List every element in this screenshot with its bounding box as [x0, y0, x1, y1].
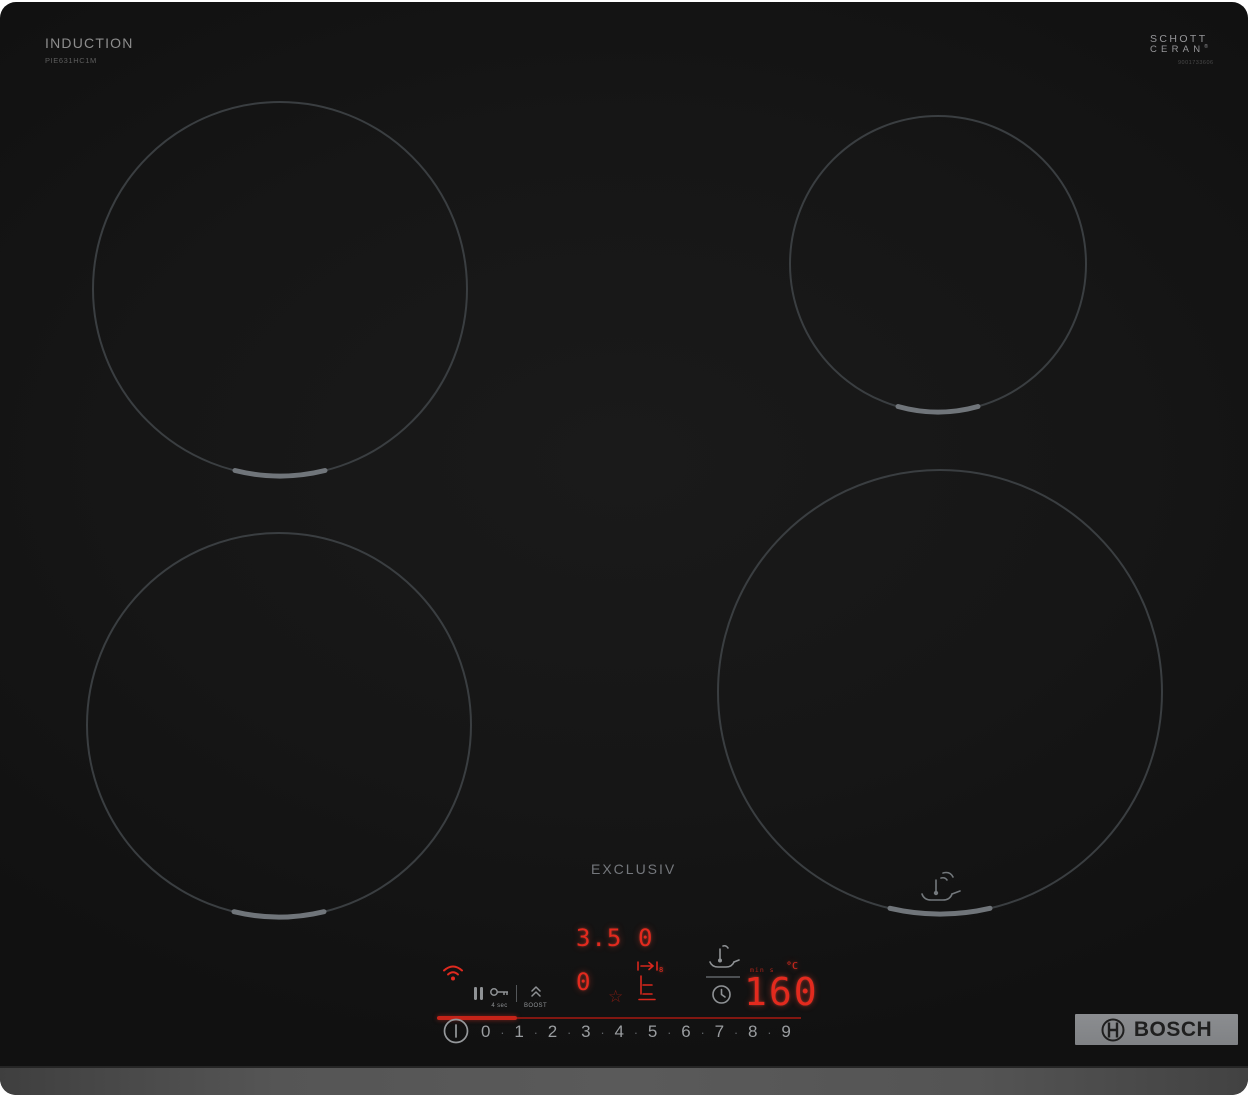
- series-label: EXCLUSIV: [591, 861, 677, 877]
- zone-front-left-marker: [231, 909, 327, 920]
- ceran-line: CERAN®: [1150, 44, 1208, 56]
- cooking-zone-back-right-ring: [789, 115, 1087, 413]
- key-icon: [490, 988, 508, 996]
- zone-display-back-right[interactable]: 0: [638, 926, 652, 950]
- scale-separator: ·: [767, 1024, 772, 1040]
- power-level-0[interactable]: 0: [481, 1022, 490, 1042]
- transfer-small-digit: 8: [659, 966, 664, 974]
- front-glass-edge: [0, 1066, 1248, 1095]
- induction-label: INDUCTION: [45, 35, 134, 51]
- bosch-logo-band: BOSCH: [1075, 1014, 1238, 1045]
- model-number: PIE631HC1M: [45, 56, 97, 65]
- perfectfry-sensor-icon: [921, 871, 961, 901]
- zone-display-front-left[interactable]: 0: [576, 970, 590, 994]
- power-level-8[interactable]: 8: [748, 1022, 757, 1042]
- scale-separator: ·: [600, 1024, 605, 1040]
- timer-divider: [706, 976, 740, 978]
- power-button[interactable]: [443, 1018, 469, 1044]
- ceran-code: 9001733606: [1178, 60, 1214, 66]
- child-lock-key[interactable]: 4 sec: [490, 984, 509, 1009]
- cooking-zone-front-left-ring: [86, 532, 472, 918]
- power-level-9[interactable]: 9: [781, 1022, 790, 1042]
- scale-separator: ·: [633, 1024, 639, 1040]
- power-scale-track: [517, 1017, 801, 1019]
- timer-display[interactable]: 160: [744, 973, 819, 1011]
- cooking-zones-layer: [86, 101, 1163, 920]
- pause-icon: [474, 987, 483, 1000]
- power-level-7[interactable]: 7: [715, 1022, 724, 1042]
- power-level-3[interactable]: 3: [581, 1022, 590, 1042]
- bosch-wordmark: BOSCH: [1133, 1017, 1213, 1041]
- cluster-divider: [516, 985, 517, 1002]
- power-level-2[interactable]: 2: [548, 1022, 557, 1042]
- scale-separator: ·: [700, 1024, 705, 1040]
- power-level-6[interactable]: 6: [681, 1022, 690, 1042]
- power-level-5[interactable]: 5: [648, 1022, 657, 1042]
- boost-chevrons-icon: [530, 986, 541, 997]
- registered-mark: ®: [1204, 44, 1208, 51]
- scale-separator: ·: [533, 1024, 538, 1040]
- bosch-emblem-icon: [1101, 1018, 1125, 1041]
- scale-separator: ·: [567, 1024, 572, 1040]
- power-level-4[interactable]: 4: [615, 1022, 624, 1042]
- scale-separator: ·: [733, 1024, 739, 1040]
- timer-clock-icon[interactable]: [711, 984, 732, 1005]
- scale-separator: ·: [500, 1024, 505, 1040]
- scale-separator: ·: [667, 1024, 672, 1040]
- fry-sensor-key-icon[interactable]: [706, 943, 740, 969]
- schott-ceran-logo: SCHOTT CERAN®: [1150, 33, 1208, 56]
- cooking-zone-front-right-ring: [717, 469, 1163, 915]
- favorite-star-icon[interactable]: ☆: [608, 987, 623, 1007]
- induction-hob-glass: INDUCTION PIE631HC1M SCHOTT CERAN® 90017…: [0, 2, 1248, 1095]
- boost-key[interactable]: BOOST: [524, 984, 547, 1009]
- lock-hold-label: 4 sec: [491, 1003, 508, 1009]
- zone-back-left-marker: [232, 468, 328, 479]
- boost-label: BOOST: [524, 1003, 548, 1009]
- zone-display-back-left[interactable]: 3.5: [576, 926, 622, 950]
- power-level-1[interactable]: 1: [514, 1022, 523, 1042]
- wifi-icon: [443, 965, 463, 981]
- zone-front-right-marker: [887, 905, 993, 917]
- cooking-zone-back-left-ring: [92, 101, 468, 477]
- zone-back-right-marker: [895, 404, 981, 415]
- lock-boost-cluster: 4 sec BOOST: [474, 984, 547, 1009]
- power-scale-row: 0 · 1 · 2 · 3 · 4 · 5 · 6 · 7 · 8 · 9: [481, 1020, 791, 1044]
